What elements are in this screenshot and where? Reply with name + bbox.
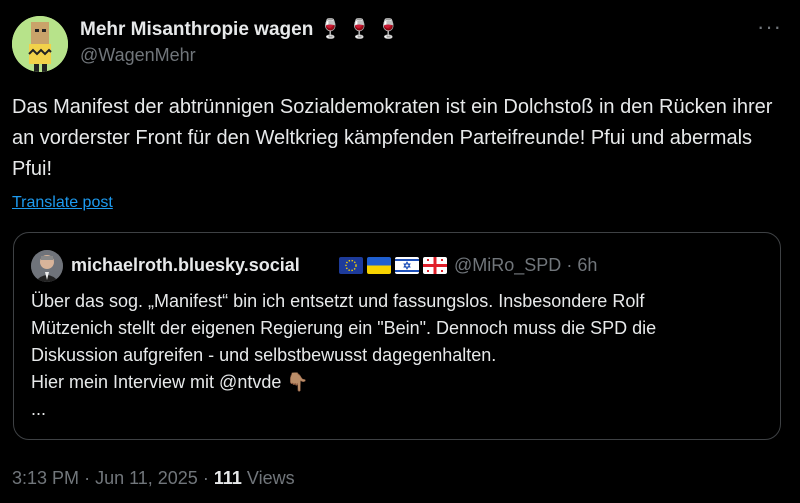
tweet-text: Das Manifest der abtrünnigen Sozialdemok… (12, 96, 773, 180)
author-avatar[interactable] (12, 16, 68, 72)
quoted-timestamp[interactable]: 6h (577, 255, 597, 275)
quoted-tweet[interactable]: michaelroth.bluesky.social @MiRo_SPD · 6… (13, 232, 781, 440)
quoted-text: Über das sog. „Manifest“ bin ich entsetz… (31, 288, 771, 423)
quoted-author-avatar[interactable] (31, 250, 63, 282)
meta-separator: · (566, 255, 578, 275)
footer-separator: · (202, 468, 214, 488)
quoted-author-handle[interactable]: @MiRo_SPD (454, 255, 561, 275)
quoted-line: Hier mein Interview mit @ntvde 👇🏽 (31, 372, 309, 392)
footer-separator: · (84, 468, 96, 488)
post-date[interactable]: Jun 11, 2025 (95, 468, 198, 488)
translate-post-link[interactable]: Translate post (12, 194, 113, 212)
author-name-text: Mehr Misanthropie wagen (80, 19, 314, 40)
ukraine-flag-icon (367, 257, 391, 274)
flag-emojis (339, 257, 447, 274)
quoted-line: Diskussion aufgreifen - und selbstbewuss… (31, 345, 497, 365)
wine-glass-emojis: 🍷 🍷 🍷 (318, 19, 401, 40)
quoted-meta: @MiRo_SPD · 6h (454, 255, 597, 276)
more-options-icon[interactable]: ··· (757, 14, 782, 40)
views-count: 111 (213, 468, 242, 488)
tweet-footer: 3:13 PM · Jun 11, 2025 · 111 Views (12, 468, 295, 489)
quoted-author-name[interactable]: michaelroth.bluesky.social (71, 255, 300, 276)
author-handle[interactable]: @WagenMehr (80, 45, 196, 66)
post-time[interactable]: 3:13 PM (12, 468, 79, 488)
israel-flag-icon (395, 257, 419, 274)
quoted-line: ... (31, 399, 47, 419)
georgia-flag-icon (423, 257, 447, 274)
quoted-line: Über das sog. „Manifest“ bin ich entsetz… (31, 291, 645, 311)
views-label: Views (246, 468, 295, 488)
eu-flag-icon (339, 257, 363, 274)
quoted-line: Mützenich stellt der eigenen Regierung e… (31, 318, 657, 338)
author-display-name[interactable]: Mehr Misanthropie wagen 🍷 🍷 🍷 (80, 17, 400, 41)
